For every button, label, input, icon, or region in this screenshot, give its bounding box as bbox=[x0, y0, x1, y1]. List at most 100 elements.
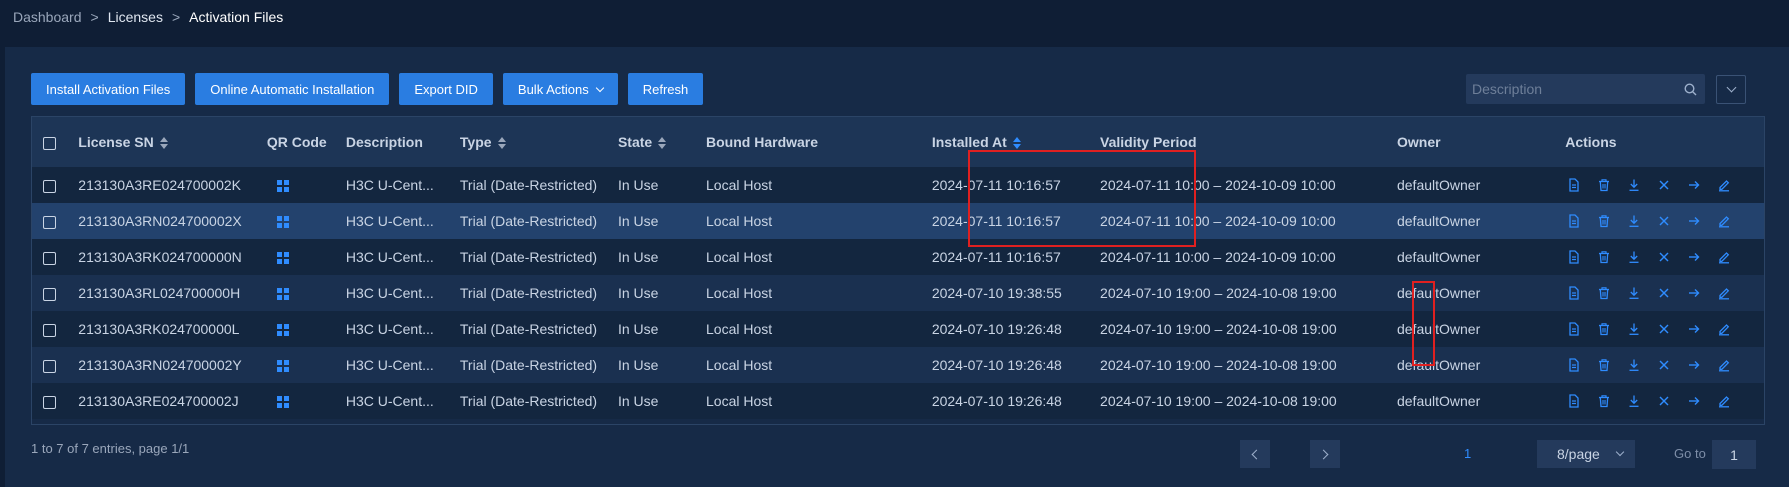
row-checkbox[interactable] bbox=[43, 395, 56, 409]
row-checkbox[interactable] bbox=[43, 215, 56, 229]
document-action[interactable] bbox=[1565, 392, 1583, 410]
page-size-select[interactable]: 8/page bbox=[1537, 440, 1635, 468]
qr-code-icon[interactable] bbox=[276, 252, 289, 265]
row-checkbox[interactable] bbox=[43, 359, 56, 373]
qr-code-icon[interactable] bbox=[276, 396, 289, 409]
document-action[interactable] bbox=[1565, 284, 1583, 302]
bulk-actions-button[interactable]: Bulk Actions bbox=[502, 73, 618, 105]
download-action[interactable] bbox=[1625, 356, 1643, 374]
trash-action[interactable] bbox=[1595, 356, 1613, 374]
trash-action[interactable] bbox=[1595, 320, 1613, 338]
row-checkbox[interactable] bbox=[43, 179, 56, 193]
edit-action[interactable] bbox=[1715, 176, 1733, 194]
download-action[interactable] bbox=[1625, 248, 1643, 266]
activation-files-table: License SN QR Code Description Type Stat… bbox=[31, 116, 1765, 425]
edit-action[interactable] bbox=[1715, 212, 1733, 230]
column-header-license-sn[interactable]: License SN bbox=[78, 117, 267, 167]
qr-code-icon[interactable] bbox=[276, 216, 289, 229]
arrow-right-action[interactable] bbox=[1685, 392, 1703, 410]
table-row[interactable]: 213130A3RN024700002X H3C U-Cent... Trial (… bbox=[32, 203, 1764, 239]
document-action[interactable] bbox=[1565, 320, 1583, 338]
sort-icon[interactable] bbox=[1012, 137, 1021, 150]
qr-code-icon[interactable] bbox=[276, 288, 289, 301]
column-header-state[interactable]: State bbox=[618, 117, 706, 167]
trash-action[interactable] bbox=[1595, 284, 1613, 302]
close-action[interactable] bbox=[1655, 356, 1673, 374]
edit-action[interactable] bbox=[1715, 248, 1733, 266]
trash-action[interactable] bbox=[1595, 248, 1613, 266]
refresh-button[interactable]: Refresh bbox=[627, 73, 704, 105]
owner-cell: defaultOwner bbox=[1396, 393, 1481, 409]
row-actions bbox=[1565, 248, 1764, 266]
prev-page-button[interactable] bbox=[1240, 440, 1270, 468]
install-activation-files-button[interactable]: Install Activation Files bbox=[31, 73, 186, 105]
trash-action[interactable] bbox=[1595, 392, 1613, 410]
edit-action[interactable] bbox=[1715, 284, 1733, 302]
download-action[interactable] bbox=[1625, 320, 1643, 338]
select-all-checkbox[interactable] bbox=[43, 136, 56, 150]
row-checkbox[interactable] bbox=[43, 251, 56, 265]
table-row[interactable]: 213130A3RE024700002J H3C U-Cent... Trial (… bbox=[32, 383, 1764, 419]
edit-icon bbox=[1717, 322, 1731, 336]
edit-action[interactable] bbox=[1715, 392, 1733, 410]
trash-action[interactable] bbox=[1595, 176, 1613, 194]
download-action[interactable] bbox=[1625, 176, 1643, 194]
bound-hardware-cell: Local Host bbox=[706, 177, 773, 193]
download-action[interactable] bbox=[1625, 392, 1643, 410]
close-action[interactable] bbox=[1655, 284, 1673, 302]
search-icon[interactable] bbox=[1675, 82, 1705, 96]
download-action[interactable] bbox=[1625, 212, 1643, 230]
close-action[interactable] bbox=[1655, 248, 1673, 266]
arrow-right-action[interactable] bbox=[1685, 248, 1703, 266]
arrow-right-action[interactable] bbox=[1685, 356, 1703, 374]
next-page-button[interactable] bbox=[1310, 440, 1340, 468]
trash-action[interactable] bbox=[1595, 212, 1613, 230]
download-action[interactable] bbox=[1625, 284, 1643, 302]
column-header-qr-code: QR Code bbox=[266, 134, 327, 150]
arrow-right-action[interactable] bbox=[1685, 212, 1703, 230]
chevron-down-icon bbox=[1726, 82, 1736, 93]
qr-code-icon[interactable] bbox=[276, 324, 289, 337]
edit-action[interactable] bbox=[1715, 320, 1733, 338]
row-actions bbox=[1565, 284, 1764, 302]
breadcrumb-licenses[interactable]: Licenses bbox=[108, 9, 163, 25]
arrow-right-icon bbox=[1687, 178, 1701, 192]
page-number[interactable]: 1 bbox=[1464, 446, 1471, 461]
document-action[interactable] bbox=[1565, 212, 1583, 230]
table-row[interactable]: 213130A3RK024700000L H3C U-Cent... Trial (… bbox=[32, 311, 1764, 347]
online-automatic-installation-button[interactable]: Online Automatic Installation bbox=[195, 73, 390, 105]
goto-page-input[interactable] bbox=[1712, 440, 1756, 469]
qr-code-icon[interactable] bbox=[276, 360, 289, 373]
arrow-right-action[interactable] bbox=[1685, 176, 1703, 194]
row-checkbox[interactable] bbox=[43, 323, 56, 337]
sort-icon[interactable] bbox=[159, 137, 168, 150]
close-action[interactable] bbox=[1655, 212, 1673, 230]
close-action[interactable] bbox=[1655, 320, 1673, 338]
close-action[interactable] bbox=[1655, 392, 1673, 410]
table-row[interactable]: 213130A3RE024700002K H3C U-Cent... Trial (… bbox=[32, 167, 1764, 203]
table-row[interactable]: 213130A3RK024700000N H3C U-Cent... Trial (… bbox=[32, 239, 1764, 275]
search-input[interactable] bbox=[1466, 81, 1675, 97]
breadcrumb-dashboard[interactable]: Dashboard bbox=[13, 9, 82, 25]
expand-filter-button[interactable] bbox=[1716, 75, 1746, 104]
download-icon bbox=[1627, 178, 1641, 192]
document-action[interactable] bbox=[1565, 356, 1583, 374]
row-checkbox[interactable] bbox=[43, 287, 56, 301]
document-action[interactable] bbox=[1565, 248, 1583, 266]
column-header-type[interactable]: Type bbox=[460, 117, 618, 167]
table-row[interactable]: 213130A3RN024700002Y H3C U-Cent... Trial (… bbox=[32, 347, 1764, 383]
qr-code-icon[interactable] bbox=[276, 180, 289, 193]
table-row[interactable]: 213130A3RL024700000H H3C U-Cent... Trial (… bbox=[32, 275, 1764, 311]
document-action[interactable] bbox=[1565, 176, 1583, 194]
sort-icon[interactable] bbox=[497, 137, 506, 150]
edit-action[interactable] bbox=[1715, 356, 1733, 374]
column-header-installed-at[interactable]: Installed At bbox=[932, 117, 1100, 167]
close-action[interactable] bbox=[1655, 176, 1673, 194]
sort-icon[interactable] bbox=[658, 137, 667, 150]
export-did-button[interactable]: Export DID bbox=[399, 73, 493, 105]
bound-hardware-cell: Local Host bbox=[706, 249, 773, 265]
close-icon bbox=[1657, 394, 1671, 408]
owner-cell: defaultOwner bbox=[1396, 177, 1481, 193]
arrow-right-action[interactable] bbox=[1685, 320, 1703, 338]
arrow-right-action[interactable] bbox=[1685, 284, 1703, 302]
